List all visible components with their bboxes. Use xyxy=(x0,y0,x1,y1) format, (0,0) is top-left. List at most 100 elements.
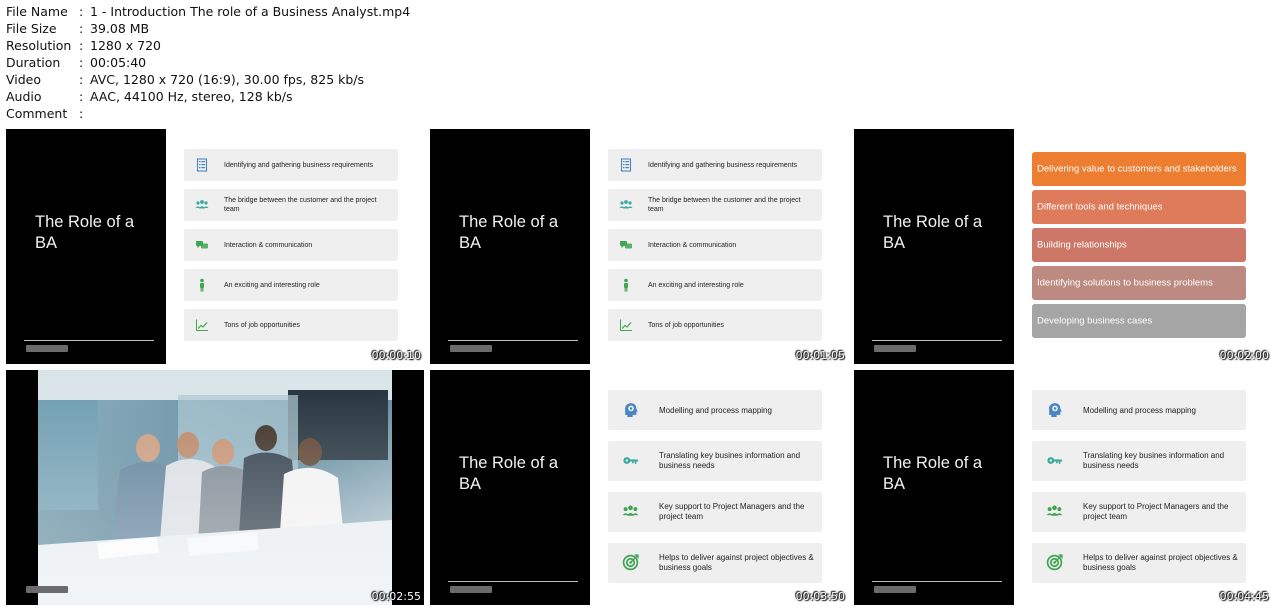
list-item-text: The bridge between the customer and the … xyxy=(648,197,801,213)
timestamp: 00:04:45 xyxy=(1219,590,1269,603)
list-item: Identifying and gathering business requi… xyxy=(608,149,822,181)
chat-bubbles-icon xyxy=(619,238,633,252)
list-item-text: Modelling and process mapping xyxy=(1083,406,1196,415)
list-item: Tons of job opportunities xyxy=(184,309,398,341)
thumbnail-2[interactable]: The Role of a BA Identifying and gatheri… xyxy=(430,129,848,364)
meta-separator: : xyxy=(79,38,84,53)
list-item-text: Tons of job opportunities xyxy=(648,322,724,329)
meta-key: Video xyxy=(6,72,42,87)
people-group-icon xyxy=(619,198,633,212)
list-item: Helps to deliver against project objecti… xyxy=(608,543,822,583)
team-meeting-photo xyxy=(38,370,392,605)
list-item-text: Helps to deliver against project objecti… xyxy=(659,553,814,572)
meta-key: Comment xyxy=(6,106,68,121)
slide-divider xyxy=(448,581,578,582)
meta-separator: : xyxy=(79,55,84,70)
list-item: The bridge between the customer and the … xyxy=(184,189,398,221)
document-list-icon xyxy=(195,158,209,172)
thumbnail-6[interactable]: The Role of a BA Modelling and process m… xyxy=(854,370,1272,605)
list-item-text: Key support to Project Managers and the … xyxy=(659,502,805,521)
slide-divider xyxy=(872,581,1002,582)
meta-separator: : xyxy=(79,89,84,104)
slide-right-panel: Identifying and gathering business requi… xyxy=(166,129,424,364)
timestamp: 00:00:10 xyxy=(371,349,421,362)
key-icon xyxy=(1046,452,1063,469)
thumbnail-1[interactable]: The Role of a BA Identifying and gatheri… xyxy=(6,129,424,364)
slide-left-panel: The Role of a BA xyxy=(854,370,1014,605)
list-item-text: The bridge between the customer and the … xyxy=(224,197,377,213)
slide-footer-logo xyxy=(874,345,916,352)
slide-footer-logo xyxy=(874,586,916,593)
slide-title: The Role of a BA xyxy=(883,213,983,252)
meta-separator: : xyxy=(79,21,84,36)
list-item: Modelling and process mapping xyxy=(1032,390,1246,430)
chat-bubbles-icon xyxy=(195,238,209,252)
trend-chart-icon xyxy=(619,318,633,332)
list-item: Interaction & communication xyxy=(608,229,822,261)
slide-left-panel: The Role of a BA xyxy=(430,129,590,364)
list-item-text: Key support to Project Managers and the … xyxy=(1083,502,1229,521)
timestamp: 00:02:55 xyxy=(371,590,421,603)
people-group-icon xyxy=(1046,503,1063,520)
list-bar-text: Different tools and techniques xyxy=(1037,201,1163,213)
thumbnail-3[interactable]: The Role of a BA Delivering value to cus… xyxy=(854,129,1272,364)
person-icon xyxy=(195,278,209,292)
meta-value: 1280 x 720 xyxy=(90,38,162,53)
slide-title: The Role of a BA xyxy=(459,213,559,252)
list-bar: Developing business cases xyxy=(1032,304,1246,338)
slide-divider xyxy=(448,340,578,341)
slide-right-panel: Delivering value to customers and stakeh… xyxy=(1014,129,1272,364)
list-bar-text: Delivering value to customers and stakeh… xyxy=(1037,163,1237,175)
key-icon xyxy=(622,452,639,469)
list-item: Key support to Project Managers and the … xyxy=(1032,492,1246,532)
slide-title: The Role of a BA xyxy=(35,213,135,252)
meta-value: 00:05:40 xyxy=(90,55,147,70)
list-item: An exciting and interesting role xyxy=(184,269,398,301)
list-item-text: An exciting and interesting role xyxy=(648,282,744,289)
meta-value: AVC, 1280 x 720 (16:9), 30.00 fps, 825 k… xyxy=(90,72,365,87)
list-item: Helps to deliver against project objecti… xyxy=(1032,543,1246,583)
list-item-text: Tons of job opportunities xyxy=(224,322,300,329)
meta-key: Duration xyxy=(6,55,61,70)
people-group-icon xyxy=(195,198,209,212)
slide-divider xyxy=(872,340,1002,341)
list-item-text: Helps to deliver against project objecti… xyxy=(1083,553,1238,572)
meta-separator: : xyxy=(79,72,84,87)
list-bar: Building relationships xyxy=(1032,228,1246,262)
meta-key: Audio xyxy=(6,89,42,104)
trend-chart-icon xyxy=(195,318,209,332)
document-list-icon xyxy=(619,158,633,172)
slide-left-panel: The Role of a BA xyxy=(6,129,166,364)
meta-value: AAC, 44100 Hz, stereo, 128 kb/s xyxy=(90,89,293,104)
slide-divider xyxy=(24,340,154,341)
head-gears-icon xyxy=(622,401,639,418)
slide-title: The Role of a BA xyxy=(459,454,559,493)
slide-footer-logo xyxy=(26,345,68,352)
list-item: Tons of job opportunities xyxy=(608,309,822,341)
thumbnail-5[interactable]: The Role of a BA Modelling and process m… xyxy=(430,370,848,605)
list-item-text: Interaction & communication xyxy=(648,242,737,249)
timestamp: 00:01:05 xyxy=(795,349,845,362)
slide-footer-logo xyxy=(450,345,492,352)
list-bar: Delivering value to customers and stakeh… xyxy=(1032,152,1246,186)
slide-left-panel: The Role of a BA xyxy=(854,129,1014,364)
list-bar-text: Building relationships xyxy=(1037,239,1127,251)
meta-key: File Name xyxy=(6,4,68,19)
list-item-text: Interaction & communication xyxy=(224,242,313,249)
meta-key: File Size xyxy=(6,21,57,36)
list-item: Key support to Project Managers and the … xyxy=(608,492,822,532)
list-item: Translating key busines information and … xyxy=(608,441,822,481)
slide-footer-logo xyxy=(450,586,492,593)
list-item: Translating key busines information and … xyxy=(1032,441,1246,481)
list-item: Interaction & communication xyxy=(184,229,398,261)
thumbnail-4[interactable]: 00:02:55 xyxy=(6,370,424,605)
meta-value: 39.08 MB xyxy=(90,21,150,36)
slide-footer-logo xyxy=(26,586,68,593)
slide-right-panel: Modelling and process mapping Translatin… xyxy=(590,370,848,605)
list-item: The bridge between the customer and the … xyxy=(608,189,822,221)
list-item-text: Translating key busines information and … xyxy=(1083,451,1225,470)
list-item-text: Identifying and gathering business requi… xyxy=(648,162,798,169)
list-item: Modelling and process mapping xyxy=(608,390,822,430)
meta-separator: : xyxy=(79,4,84,19)
timestamp: 00:03:50 xyxy=(795,590,845,603)
